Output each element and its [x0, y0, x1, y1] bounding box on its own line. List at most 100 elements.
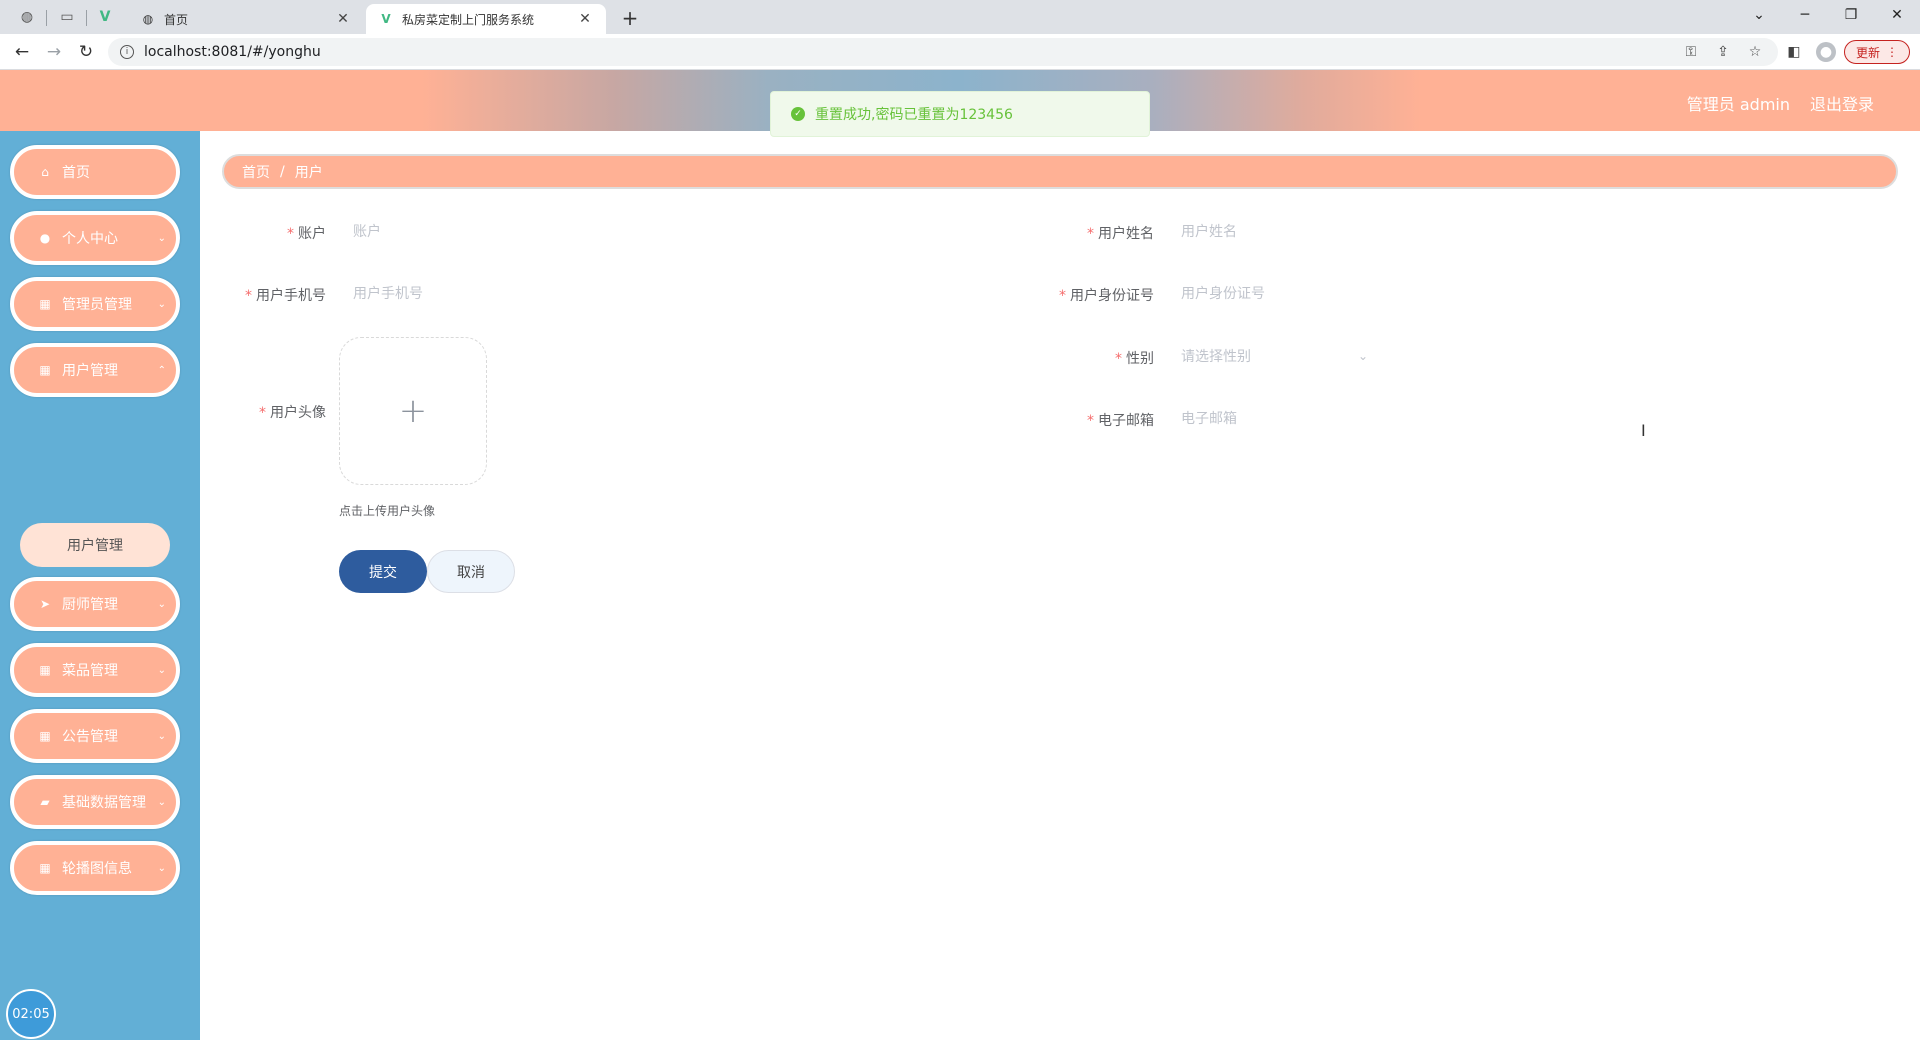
sidebar-subitem-users[interactable]: 用户管理	[20, 523, 170, 567]
sidebar-item-chefs[interactable]: ➤ 厨师管理 ⌄	[10, 577, 180, 631]
new-tab-button[interactable]: +	[616, 4, 644, 32]
star-icon[interactable]: ☆	[1745, 43, 1765, 61]
sidebar-item-dishes[interactable]: ▦ 菜品管理 ⌄	[10, 643, 180, 697]
sidebar-item-label: 基础数据管理	[62, 795, 146, 811]
clock-widget: 02:05	[6, 989, 56, 1039]
grid-icon: ▦	[39, 297, 51, 311]
tab-label: 私房菜定制上门服务系统	[402, 12, 535, 27]
sidebar-item-home[interactable]: ⌂ 首页	[10, 145, 180, 199]
restore-icon[interactable]: ❐	[1828, 0, 1874, 30]
cancel-button[interactable]: 取消	[427, 550, 515, 593]
gender-select[interactable]	[1167, 341, 1377, 373]
chevron-down-icon: ⌄	[157, 796, 166, 808]
gender-label: * 性别	[1000, 348, 1154, 368]
browser-update-button[interactable]: 更新 ⋮	[1844, 40, 1910, 64]
logout-link[interactable]: 退出登录	[1810, 91, 1874, 115]
more-vertical-icon: ⋮	[1886, 45, 1898, 59]
tab-search-chevron-down-icon[interactable]: ⌄	[1736, 0, 1782, 30]
sidebar-item-admin[interactable]: ▦ 管理员管理 ⌄	[10, 277, 180, 331]
chevron-up-icon: ⌃	[157, 364, 166, 376]
chevron-down-icon: ⌄	[157, 730, 166, 742]
label-text: 用户身份证号	[1070, 288, 1154, 304]
sidebar-item-notices[interactable]: ▦ 公告管理 ⌄	[10, 709, 180, 763]
required-mark: *	[1059, 288, 1066, 304]
home-icon: ⌂	[41, 165, 49, 179]
shopping-bag-icon: ▰	[40, 795, 50, 809]
sidebar-item-label: 首页	[62, 165, 90, 181]
share-icon[interactable]: ⇪	[1713, 43, 1733, 61]
chevron-down-icon: ⌄	[157, 298, 166, 310]
reload-icon[interactable]: ↻	[74, 41, 98, 63]
grid-icon: ▦	[39, 663, 51, 677]
label-text: 用户姓名	[1098, 226, 1154, 242]
update-label: 更新	[1855, 45, 1880, 60]
browser-address-bar: ← → ↻ i localhost:8081/#/yonghu ⚿ ⇪ ☆ ◧ …	[0, 34, 1920, 70]
text-cursor-icon: I	[1641, 421, 1646, 440]
close-window-icon[interactable]: ✕	[1874, 0, 1920, 30]
required-mark: *	[1087, 226, 1094, 242]
browser-tab-system[interactable]: V 私房菜定制上门服务系统 ✕	[366, 4, 606, 34]
chevron-down-icon[interactable]: ⌄	[1358, 349, 1368, 363]
sidebar-item-label: 管理员管理	[62, 297, 132, 313]
url-omnibox[interactable]: i localhost:8081/#/yonghu	[108, 38, 1778, 66]
required-mark: *	[1115, 351, 1122, 367]
email-label: * 电子邮箱	[1000, 410, 1154, 430]
email-input[interactable]	[1167, 403, 1567, 435]
idcard-input[interactable]	[1167, 278, 1567, 310]
sidebar-item-carousel[interactable]: ▦ 轮播图信息 ⌄	[10, 841, 180, 895]
toast-message: 重置成功,密码已重置为123456	[815, 107, 1013, 123]
label-text: 用户手机号	[256, 288, 326, 304]
phone-label: * 用户手机号	[220, 285, 326, 305]
key-icon[interactable]: ⚿	[1681, 43, 1701, 61]
chevron-down-icon: ⌄	[157, 598, 166, 610]
name-label: * 用户姓名	[1000, 223, 1154, 243]
sidebar-item-label: 个人中心	[62, 231, 118, 247]
required-mark: *	[1087, 413, 1094, 429]
url-text: localhost:8081/#/yonghu	[144, 44, 321, 60]
required-mark: *	[245, 288, 252, 304]
required-mark: *	[259, 405, 266, 421]
vue-logo-icon: V	[381, 12, 391, 26]
profile-avatar-icon[interactable]: ●	[1816, 42, 1836, 62]
breadcrumb-home[interactable]: 首页	[242, 162, 270, 182]
breadcrumb: 首页 / 用户	[222, 154, 1898, 189]
grid-icon: ▦	[39, 861, 51, 875]
sidebar-item-label: 用户管理	[62, 363, 118, 379]
minimize-icon[interactable]: ─	[1782, 0, 1828, 30]
name-input[interactable]	[1167, 216, 1567, 248]
tab-separator	[46, 10, 47, 26]
phone-input[interactable]	[339, 278, 739, 310]
sidebar-item-profile[interactable]: ● 个人中心 ⌄	[10, 211, 180, 265]
close-icon[interactable]: ✕	[576, 11, 594, 27]
sidebar-item-basic-data[interactable]: ▰ 基础数据管理 ⌄	[10, 775, 180, 829]
required-mark: *	[287, 226, 294, 242]
close-icon[interactable]: ✕	[334, 11, 352, 27]
browser-tab-home[interactable]: ◍ 首页 ✕	[128, 4, 364, 34]
idcard-label: * 用户身份证号	[1000, 285, 1154, 305]
submit-button[interactable]: 提交	[339, 550, 427, 593]
tab-separator	[86, 10, 87, 26]
pinned-tab-page-icon[interactable]: ▭	[56, 6, 78, 28]
label-text: 用户头像	[270, 405, 326, 421]
avatar-uploader[interactable]: +	[339, 337, 487, 485]
globe-icon: ◍	[142, 12, 154, 26]
forward-arrow-icon[interactable]: →	[42, 41, 66, 63]
user-icon: ●	[39, 231, 51, 245]
header-user: 管理员 admin	[1686, 95, 1790, 114]
pinned-tab-globe-icon[interactable]: ◍	[16, 6, 38, 28]
account-input[interactable]	[339, 216, 739, 248]
success-toast: ✓ 重置成功,密码已重置为123456	[770, 91, 1150, 137]
browser-tab-bar: ◍ ▭ V ◍ 首页 ✕ V 私房菜定制上门服务系统 ✕ + ⌄ ─ ❐ ✕	[0, 0, 1920, 34]
site-info-icon[interactable]: i	[120, 45, 134, 59]
sidebar: ⌂ 首页 ● 个人中心 ⌄ ▦ 管理员管理 ⌄ ▦ 用户管理 ⌃ 用户管理 ➤ …	[0, 131, 200, 1040]
side-panel-icon[interactable]: ◧	[1784, 43, 1804, 61]
sidebar-item-users[interactable]: ▦ 用户管理 ⌃	[10, 343, 180, 397]
sidebar-item-label: 厨师管理	[62, 597, 118, 613]
sidebar-item-label: 菜品管理	[62, 663, 118, 679]
pinned-tab-vue-icon[interactable]: V	[94, 6, 116, 28]
tab-label: 首页	[164, 12, 189, 27]
chevron-down-icon: ⌄	[157, 232, 166, 244]
back-arrow-icon[interactable]: ←	[10, 41, 34, 63]
avatar-label: * 用户头像	[220, 402, 326, 422]
label-text: 性别	[1126, 351, 1154, 367]
